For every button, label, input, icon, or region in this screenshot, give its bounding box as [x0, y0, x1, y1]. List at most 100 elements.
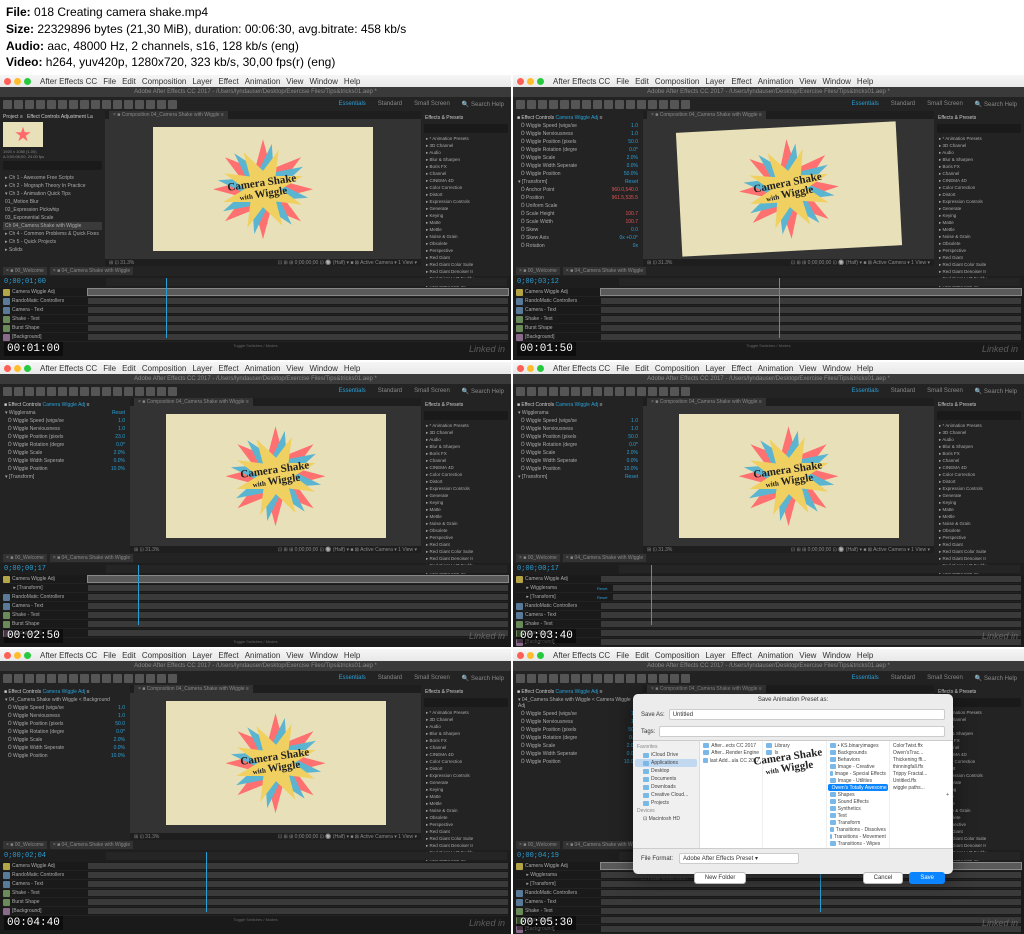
timeline-layer[interactable]: RandoMatic Controllers — [3, 593, 508, 602]
effect-property[interactable]: Ö Wiggle Nerviousness1.0 — [516, 130, 640, 138]
effect-property[interactable]: Ö Wiggle Position (pixels50.0 — [3, 720, 127, 728]
tool-icon-4[interactable] — [47, 387, 56, 396]
finder-item[interactable]: Transitions - Movement — [828, 833, 888, 840]
timeline-layer[interactable]: ▸ [Transform] — [3, 584, 508, 593]
effect-property[interactable]: Ö Wiggle Scale2.0% — [516, 154, 640, 162]
finder-item[interactable]: Behaviors — [828, 756, 888, 763]
finder-item[interactable]: Shapes — [828, 791, 888, 798]
workspace-standard[interactable]: Standard — [887, 674, 919, 683]
project-item[interactable]: ▸ Ch 4 - Common Problems & Quick Fixes — [3, 230, 102, 238]
close-icon[interactable] — [4, 365, 11, 372]
tool-icon-0[interactable] — [3, 387, 12, 396]
composition-canvas[interactable]: Camera Shake withWiggle — [679, 414, 899, 538]
sidebar-item[interactable]: ⊡ Macintosh HD — [635, 815, 697, 823]
effects-search[interactable] — [424, 124, 508, 133]
preset-category[interactable]: ▸ Generate — [424, 779, 508, 786]
tool-icon-9[interactable] — [102, 100, 111, 109]
preset-category[interactable]: ▸ Red Giant Color Suite — [937, 548, 1021, 555]
menu-6[interactable]: Animation — [245, 77, 281, 86]
tool-icon-13[interactable] — [146, 674, 155, 683]
preset-category[interactable]: ▸ Audio — [937, 149, 1021, 156]
tool-icon-7[interactable] — [593, 674, 602, 683]
tool-icon-15[interactable] — [681, 100, 690, 109]
preset-category[interactable]: ▸ Obsolete — [424, 814, 508, 821]
sidebar-item[interactable]: Projects — [635, 799, 697, 807]
effect-property[interactable]: Ö Wiggle Width Seperate0.0% — [516, 457, 640, 465]
tags-field[interactable] — [659, 726, 945, 737]
close-icon[interactable] — [4, 78, 11, 85]
menu-5[interactable]: Effect — [731, 651, 751, 660]
menu-3[interactable]: Composition — [142, 364, 186, 373]
tool-icon-0[interactable] — [3, 674, 12, 683]
close-icon[interactable] — [4, 652, 11, 659]
preset-category[interactable]: ▸ Keying — [424, 212, 508, 219]
menu-5[interactable]: Effect — [731, 364, 751, 373]
menu-3[interactable]: Composition — [142, 77, 186, 86]
tool-icon-1[interactable] — [14, 387, 23, 396]
tool-icon-2[interactable] — [25, 387, 34, 396]
tool-icon-4[interactable] — [560, 674, 569, 683]
playhead[interactable] — [651, 565, 652, 625]
menu-3[interactable]: Composition — [655, 651, 699, 660]
preset-category[interactable]: ▸ Mettle — [424, 226, 508, 233]
effect-property[interactable]: Ö Wiggle Speed (wigs/se1.0 — [3, 704, 127, 712]
preset-category[interactable]: ▸ Obsolete — [424, 527, 508, 534]
effect-property[interactable]: Ö Wiggle Position10.0% — [516, 465, 640, 473]
timeline-tab[interactable]: × ■ 00_Welcome — [3, 267, 47, 275]
menu-3[interactable]: Composition — [655, 364, 699, 373]
finder-item[interactable]: Image - Utilities — [828, 777, 888, 784]
tool-icon-1[interactable] — [527, 387, 536, 396]
preset-category[interactable]: ▸ Mettle — [424, 800, 508, 807]
playhead[interactable] — [779, 278, 780, 338]
timeline-layer[interactable]: ▸ [Transform] Reset — [516, 593, 1021, 602]
finder-item[interactable]: ColorTwist.ffx — [891, 742, 951, 749]
preset-category[interactable]: ▸ Obsolete — [937, 527, 1021, 534]
tool-icon-13[interactable] — [659, 100, 668, 109]
menu-9[interactable]: Help — [344, 651, 360, 660]
tool-icon-4[interactable] — [560, 100, 569, 109]
effect-property[interactable]: Ö Wiggle Position (pixels50.0 — [516, 726, 640, 734]
workspace-small[interactable]: Small Screen — [410, 100, 454, 109]
menu-1[interactable]: File — [103, 77, 116, 86]
preset-category[interactable]: ▸ CINEMA 4D — [424, 464, 508, 471]
tool-icon-7[interactable] — [80, 387, 89, 396]
tool-icon-11[interactable] — [637, 100, 646, 109]
effect-property[interactable]: Ö Wiggle Scale2.0% — [3, 736, 127, 744]
tool-icon-15[interactable] — [168, 674, 177, 683]
menu-7[interactable]: View — [799, 77, 816, 86]
preset-category[interactable]: ▸ Generate — [937, 205, 1021, 212]
timeline-layer[interactable]: Burst Shape — [3, 898, 508, 907]
tool-icon-6[interactable] — [69, 387, 78, 396]
tool-icon-3[interactable] — [36, 100, 45, 109]
preset-category[interactable]: ▸ Color Correction — [424, 758, 508, 765]
effect-property[interactable]: Ö Wiggle Speed (wigs/se1.0 — [3, 417, 127, 425]
preset-category[interactable]: ▸ Matte — [937, 219, 1021, 226]
effect-property[interactable]: Ö Wiggle Speed (wigs/se1.0 — [516, 417, 640, 425]
timeline-layer[interactable]: [Background] — [516, 638, 1021, 647]
effect-property[interactable]: Ö Rotation0x — [516, 242, 640, 250]
timeline-layer[interactable]: Burst Shape — [516, 324, 1021, 333]
effect-property[interactable]: Ö Wiggle Position50.0% — [516, 170, 640, 178]
preset-category[interactable]: ▸ Red Giant Color Suite — [937, 261, 1021, 268]
project-item[interactable]: ▸ Ch 2 - Mograph Theory In Practice — [3, 182, 102, 190]
finder-item[interactable]: Transitions - Dissolves — [828, 826, 888, 833]
finder-item[interactable]: Untitled.ffx — [891, 777, 951, 784]
effect-property[interactable]: Ö Wiggle Position (pixels50.0 — [516, 433, 640, 441]
tool-icon-8[interactable] — [604, 387, 613, 396]
effect-property[interactable]: Ö Wiggle Scale2.0% — [3, 449, 127, 457]
timeline-layer[interactable]: ▸ Wigglerama Reset — [516, 584, 1021, 593]
workspace-small[interactable]: Small Screen — [410, 674, 454, 683]
sidebar-item[interactable]: Creative Cloud... — [635, 791, 697, 799]
preset-category[interactable]: ▸ Noise & Grain — [937, 520, 1021, 527]
timeline-layer[interactable]: Shake - Text — [3, 315, 508, 324]
timeline-layer[interactable]: [Background] — [3, 907, 508, 916]
preset-category[interactable]: ▸ Noise & Grain — [424, 233, 508, 240]
workspace-small[interactable]: Small Screen — [923, 387, 967, 396]
preset-category[interactable]: ▸ Red Giant — [424, 541, 508, 548]
comp-tab[interactable]: × ■ Composition 04_Camera Shake with Wig… — [134, 685, 253, 693]
menu-7[interactable]: View — [286, 651, 303, 660]
preset-category[interactable]: ▸ 3D Channel — [937, 429, 1021, 436]
tool-icon-12[interactable] — [135, 674, 144, 683]
effect-property[interactable]: Ö Skew0.0 — [516, 226, 640, 234]
preset-category[interactable]: ▸ Red Giant Denoiser II — [424, 268, 508, 275]
